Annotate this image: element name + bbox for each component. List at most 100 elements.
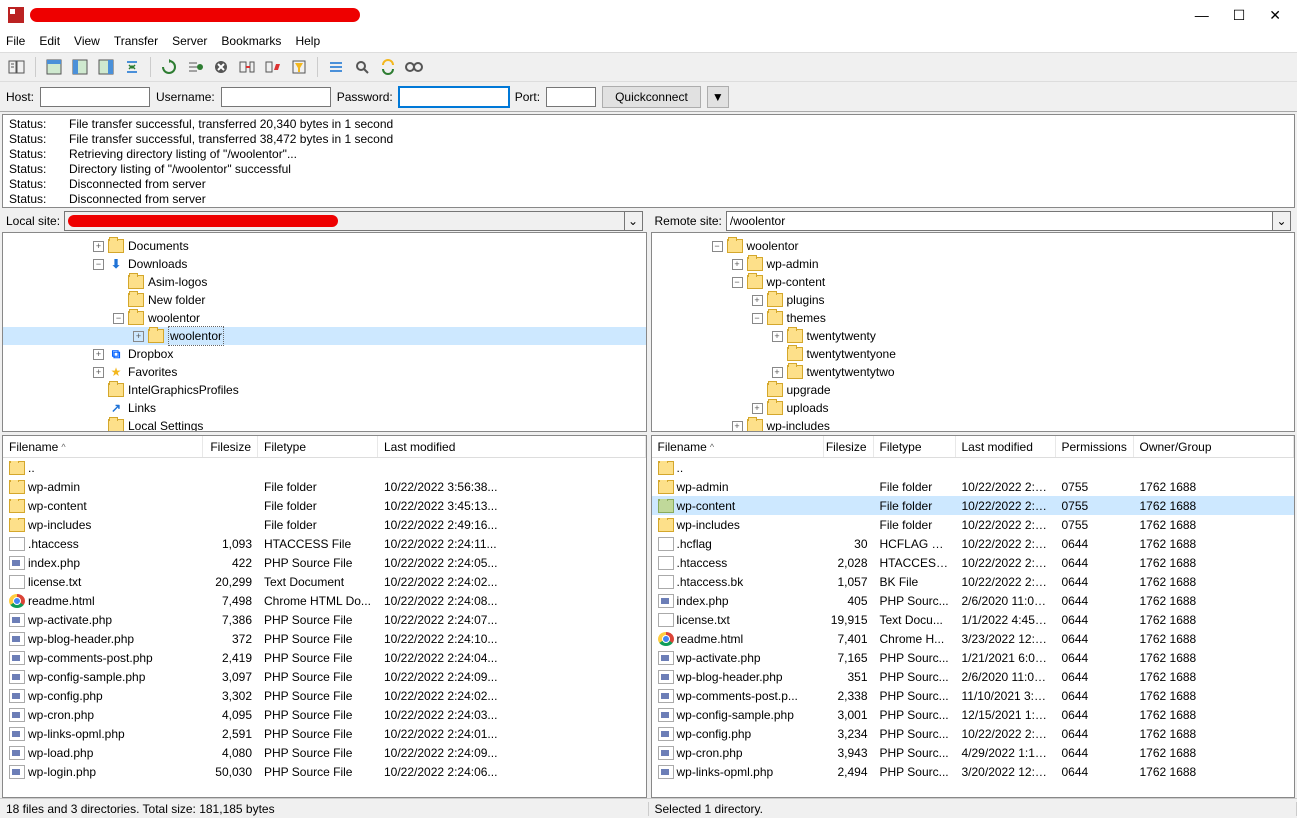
tree-item[interactable]: −themes	[652, 309, 1295, 327]
password-input[interactable]	[399, 87, 509, 107]
tree-item[interactable]: ↗Links	[3, 399, 646, 417]
col-owner[interactable]: Owner/Group	[1134, 436, 1295, 457]
file-row[interactable]: wp-config.php3,302PHP Source File10/22/2…	[3, 686, 646, 705]
compare-icon[interactable]	[325, 56, 347, 78]
local-path-input[interactable]	[64, 211, 624, 231]
menu-view[interactable]: View	[74, 34, 100, 48]
tree-item[interactable]: −woolentor	[3, 309, 646, 327]
file-row[interactable]: .htaccess.bk1,057BK File10/22/2022 2:5..…	[652, 572, 1295, 591]
file-row[interactable]: ..	[652, 458, 1295, 477]
tree-item[interactable]: +twentytwenty	[652, 327, 1295, 345]
tree-item[interactable]: +wp-includes	[652, 417, 1295, 432]
toggle-log-icon[interactable]	[43, 56, 65, 78]
file-row[interactable]: wp-blog-header.php372PHP Source File10/2…	[3, 629, 646, 648]
col-filesize[interactable]: Filesize	[824, 436, 874, 457]
tree-item[interactable]: −wp-content	[652, 273, 1295, 291]
file-row[interactable]: license.txt19,915Text Docu...1/1/2022 4:…	[652, 610, 1295, 629]
filter-icon[interactable]	[288, 56, 310, 78]
minimize-button[interactable]: —	[1195, 7, 1209, 24]
expand-icon[interactable]: +	[732, 259, 743, 270]
expand-icon[interactable]: +	[772, 331, 783, 342]
file-row[interactable]: wp-contentFile folder10/22/2022 3:45:13.…	[3, 496, 646, 515]
tree-item[interactable]: +uploads	[652, 399, 1295, 417]
col-filename[interactable]: Filename^	[652, 436, 824, 457]
file-row[interactable]: wp-blog-header.php351PHP Sourc...2/6/202…	[652, 667, 1295, 686]
remote-path-input[interactable]	[726, 211, 1273, 231]
file-row[interactable]: wp-links-opml.php2,494PHP Sourc...3/20/2…	[652, 762, 1295, 781]
tree-item[interactable]: IntelGraphicsProfiles	[3, 381, 646, 399]
expand-icon[interactable]: +	[93, 241, 104, 252]
menu-bookmarks[interactable]: Bookmarks	[221, 34, 281, 48]
remote-file-list[interactable]: Filename^ Filesize Filetype Last modifie…	[651, 435, 1296, 798]
col-lastmodified[interactable]: Last modified	[378, 436, 646, 457]
tree-item[interactable]: −woolentor	[652, 237, 1295, 255]
maximize-button[interactable]: ☐	[1233, 7, 1246, 24]
file-row[interactable]: wp-activate.php7,165PHP Sourc...1/21/202…	[652, 648, 1295, 667]
col-permissions[interactable]: Permissions	[1056, 436, 1134, 457]
col-lastmodified[interactable]: Last modified	[956, 436, 1056, 457]
expand-icon[interactable]: +	[732, 421, 743, 432]
quickconnect-history-button[interactable]: ▼	[707, 86, 729, 108]
expand-icon[interactable]: +	[752, 295, 763, 306]
disconnect-icon[interactable]	[236, 56, 258, 78]
tree-item[interactable]: Asim-logos	[3, 273, 646, 291]
file-row[interactable]: wp-cron.php4,095PHP Source File10/22/202…	[3, 705, 646, 724]
expand-icon[interactable]: −	[732, 277, 743, 288]
col-filetype[interactable]: Filetype	[874, 436, 956, 457]
tree-item[interactable]: +★Favorites	[3, 363, 646, 381]
find-icon[interactable]	[403, 56, 425, 78]
site-manager-icon[interactable]	[6, 56, 28, 78]
local-file-list[interactable]: Filename^ Filesize Filetype Last modifie…	[2, 435, 647, 798]
file-row[interactable]: wp-config-sample.php3,097PHP Source File…	[3, 667, 646, 686]
file-row[interactable]: wp-adminFile folder10/22/2022 3:56:38...	[3, 477, 646, 496]
file-row[interactable]: wp-contentFile folder10/22/2022 2:3...07…	[652, 496, 1295, 515]
col-filename[interactable]: Filename^	[3, 436, 203, 457]
file-row[interactable]: readme.html7,498Chrome HTML Do...10/22/2…	[3, 591, 646, 610]
menu-transfer[interactable]: Transfer	[114, 34, 158, 48]
search-icon[interactable]	[351, 56, 373, 78]
tree-item[interactable]: −⬇Downloads	[3, 255, 646, 273]
file-row[interactable]: wp-adminFile folder10/22/2022 2:1...0755…	[652, 477, 1295, 496]
expand-icon[interactable]: +	[93, 349, 104, 360]
local-tree[interactable]: +Documents−⬇DownloadsAsim-logosNew folde…	[2, 232, 647, 432]
menu-edit[interactable]: Edit	[39, 34, 60, 48]
file-row[interactable]: wp-comments-post.php2,419PHP Source File…	[3, 648, 646, 667]
file-row[interactable]: wp-comments-post.p...2,338PHP Sourc...11…	[652, 686, 1295, 705]
local-path-dropdown[interactable]: ⌄	[625, 211, 643, 231]
tree-item[interactable]: +plugins	[652, 291, 1295, 309]
file-row[interactable]: wp-config-sample.php3,001PHP Sourc...12/…	[652, 705, 1295, 724]
file-row[interactable]: index.php422PHP Source File10/22/2022 2:…	[3, 553, 646, 572]
file-row[interactable]: wp-links-opml.php2,591PHP Source File10/…	[3, 724, 646, 743]
file-row[interactable]: readme.html7,401Chrome H...3/23/2022 12:…	[652, 629, 1295, 648]
file-row[interactable]: license.txt20,299Text Document10/22/2022…	[3, 572, 646, 591]
file-row[interactable]: wp-load.php4,080PHP Source File10/22/202…	[3, 743, 646, 762]
tree-item[interactable]: +⧉Dropbox	[3, 345, 646, 363]
col-filesize[interactable]: Filesize	[203, 436, 258, 457]
expand-icon[interactable]: +	[772, 367, 783, 378]
refresh-icon[interactable]	[158, 56, 180, 78]
expand-icon[interactable]: +	[93, 367, 104, 378]
tree-item[interactable]: twentytwentyone	[652, 345, 1295, 363]
log-pane[interactable]: Status:File transfer successful, transfe…	[2, 114, 1295, 208]
expand-icon[interactable]: −	[113, 313, 124, 324]
file-row[interactable]: wp-config.php3,234PHP Sourc...10/22/2022…	[652, 724, 1295, 743]
file-row[interactable]: .htaccess1,093HTACCESS File10/22/2022 2:…	[3, 534, 646, 553]
menu-help[interactable]: Help	[295, 34, 320, 48]
file-row[interactable]: wp-includesFile folder10/22/2022 2:1...0…	[652, 515, 1295, 534]
tree-item[interactable]: +Documents	[3, 237, 646, 255]
file-row[interactable]: index.php405PHP Sourc...2/6/2020 11:03:.…	[652, 591, 1295, 610]
toggle-queue-icon[interactable]	[121, 56, 143, 78]
tree-item[interactable]: +twentytwentytwo	[652, 363, 1295, 381]
quickconnect-button[interactable]: Quickconnect	[602, 86, 701, 108]
host-input[interactable]	[40, 87, 150, 107]
expand-icon[interactable]: +	[752, 403, 763, 414]
expand-icon[interactable]: −	[712, 241, 723, 252]
username-input[interactable]	[221, 87, 331, 107]
file-row[interactable]: ..	[3, 458, 646, 477]
menu-server[interactable]: Server	[172, 34, 207, 48]
expand-icon[interactable]: −	[93, 259, 104, 270]
expand-icon[interactable]: +	[133, 331, 144, 342]
tree-item[interactable]: +wp-admin	[652, 255, 1295, 273]
port-input[interactable]	[546, 87, 596, 107]
file-row[interactable]: wp-activate.php7,386PHP Source File10/22…	[3, 610, 646, 629]
